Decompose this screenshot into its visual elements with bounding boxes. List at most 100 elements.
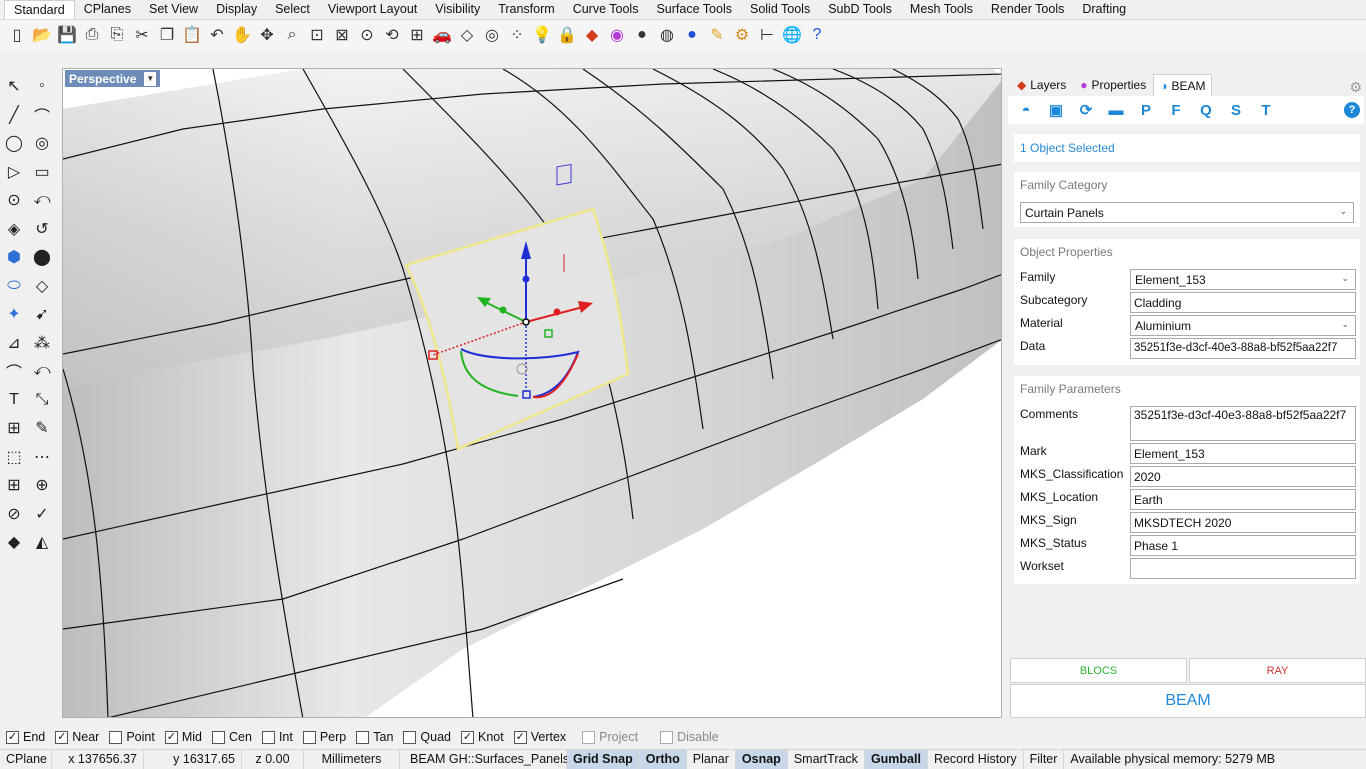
checkbox[interactable] bbox=[302, 730, 316, 744]
refresh-icon[interactable]: ⟳ bbox=[1074, 98, 1098, 122]
units-indicator[interactable]: Millimeters bbox=[304, 749, 400, 769]
triangle-icon[interactable]: ▷ bbox=[2, 160, 26, 184]
osnap-project[interactable]: Project bbox=[582, 730, 638, 744]
render-icon[interactable]: ◆ bbox=[2, 530, 26, 554]
help-icon[interactable]: ? bbox=[1344, 102, 1360, 118]
beam-p-button[interactable]: P bbox=[1134, 98, 1158, 122]
globe-icon[interactable]: 🌐 bbox=[781, 24, 803, 46]
beam-q-button[interactable]: Q bbox=[1194, 98, 1218, 122]
box-icon[interactable]: ⬢ bbox=[2, 245, 26, 269]
zoom-selected-icon[interactable]: ⊙ bbox=[356, 24, 378, 46]
checkbox[interactable] bbox=[582, 730, 596, 744]
globe-icon[interactable]: ◓ bbox=[1014, 98, 1038, 122]
paint-icon[interactable]: ◭ bbox=[30, 530, 54, 554]
sphere-blue-icon[interactable]: ● bbox=[681, 24, 703, 46]
record-history-toggle[interactable]: Record History bbox=[928, 749, 1024, 769]
curve-icon[interactable]: ⤺ bbox=[30, 188, 54, 212]
tab-set-view[interactable]: Set View bbox=[140, 0, 207, 19]
scale-icon[interactable]: ⤡ bbox=[30, 388, 54, 412]
cut-icon[interactable]: ✂ bbox=[131, 24, 153, 46]
explode-icon[interactable]: ✦ bbox=[2, 302, 26, 326]
lock-icon[interactable]: 🔒 bbox=[556, 24, 578, 46]
construction-plane-icon[interactable]: ◇ bbox=[456, 24, 478, 46]
family-category-select[interactable]: Curtain Panels ⌄ bbox=[1020, 202, 1354, 223]
layer-icon[interactable]: ◆ bbox=[581, 24, 603, 46]
ortho-toggle[interactable]: Ortho bbox=[639, 749, 687, 769]
osnap-disable[interactable]: Disable bbox=[660, 730, 719, 744]
surface-icon[interactable]: ◈ bbox=[2, 217, 26, 241]
osnap-quad[interactable]: Quad bbox=[403, 730, 451, 744]
new-file-icon[interactable]: ▯ bbox=[6, 24, 28, 46]
perspective-viewport[interactable]: Perspective ▼ bbox=[62, 68, 1002, 718]
move-icon[interactable]: ➹ bbox=[30, 302, 54, 326]
mark-field[interactable]: Element_153 bbox=[1130, 443, 1356, 464]
tab-display[interactable]: Display bbox=[207, 0, 266, 19]
tab-visibility[interactable]: Visibility bbox=[426, 0, 489, 19]
polyline-icon[interactable]: ⌒ bbox=[30, 103, 54, 127]
grid-icon[interactable]: ⊞ bbox=[2, 473, 26, 497]
snap-icon[interactable]: ⊕ bbox=[30, 473, 54, 497]
osnap-end[interactable]: ✓ End bbox=[6, 730, 45, 744]
family-select[interactable]: Element_153 ⌄ bbox=[1130, 269, 1356, 290]
help-icon[interactable]: ? bbox=[806, 24, 828, 46]
tab-mesh-tools[interactable]: Mesh Tools bbox=[901, 0, 982, 19]
trim-icon[interactable]: ⊿ bbox=[2, 331, 26, 355]
rotate-view-icon[interactable]: ✥ bbox=[256, 24, 278, 46]
undo-icon[interactable]: ↶ bbox=[206, 24, 228, 46]
tab-standard[interactable]: Standard bbox=[4, 0, 75, 19]
sphere-render-icon[interactable]: ◍ bbox=[656, 24, 678, 46]
status-field[interactable]: Phase 1 bbox=[1130, 535, 1356, 556]
car-icon[interactable]: 🚗 bbox=[431, 24, 453, 46]
paste-icon[interactable]: 📋 bbox=[181, 24, 203, 46]
cplane-indicator[interactable]: CPlane bbox=[0, 749, 52, 769]
beam-t-button[interactable]: T bbox=[1254, 98, 1278, 122]
viewport-title-tab[interactable]: Perspective ▼ bbox=[65, 70, 161, 87]
data-field[interactable]: 35251f3e-d3cf-40e3-88a8-bf52f5aa22f7 bbox=[1130, 338, 1356, 359]
planar-toggle[interactable]: Planar bbox=[687, 749, 736, 769]
cylinder-icon[interactable]: ⬭ bbox=[2, 274, 26, 298]
text-icon[interactable]: T bbox=[2, 388, 26, 412]
print-icon[interactable]: ⎙ bbox=[81, 24, 103, 46]
folder-icon[interactable]: ▬ bbox=[1104, 98, 1128, 122]
gear-icon[interactable]: ⚙ bbox=[1349, 79, 1362, 96]
line-icon[interactable]: ╱ bbox=[2, 103, 26, 127]
osnap-tan[interactable]: Tan bbox=[356, 730, 393, 744]
sphere-icon[interactable]: ⬤ bbox=[30, 245, 54, 269]
boolean-icon[interactable]: ⬚ bbox=[2, 445, 26, 469]
tab-viewport-layout[interactable]: Viewport Layout bbox=[319, 0, 426, 19]
offset-icon[interactable]: ⤺ bbox=[30, 359, 54, 383]
osnap-cen[interactable]: Cen bbox=[212, 730, 252, 744]
material-select[interactable]: Aluminium ⌄ bbox=[1130, 315, 1356, 336]
analyze-icon[interactable]: ⊘ bbox=[2, 502, 26, 526]
fillet-icon[interactable]: ⌒ bbox=[2, 359, 26, 383]
zoom-window-icon[interactable]: ⊡ bbox=[306, 24, 328, 46]
user-folder-icon[interactable]: ▣ bbox=[1044, 98, 1068, 122]
dimension-icon[interactable]: ⊢ bbox=[756, 24, 778, 46]
beam-f-button[interactable]: F bbox=[1164, 98, 1188, 122]
gear-icon[interactable]: ⚙ bbox=[731, 24, 753, 46]
array-icon[interactable]: ⁂ bbox=[30, 331, 54, 355]
tab-transform[interactable]: Transform bbox=[489, 0, 564, 19]
tab-solid-tools[interactable]: Solid Tools bbox=[741, 0, 819, 19]
tab-cplanes[interactable]: CPlanes bbox=[75, 0, 140, 19]
checkbox[interactable]: ✓ bbox=[164, 730, 178, 744]
rectangle-icon[interactable]: ▭ bbox=[30, 160, 54, 184]
tab-select[interactable]: Select bbox=[266, 0, 319, 19]
tab-beam[interactable]: ◑ BEAM bbox=[1153, 74, 1213, 96]
grid-snap-toggle[interactable]: Grid Snap bbox=[567, 749, 640, 769]
scene-canvas[interactable] bbox=[63, 69, 1002, 718]
smarttrack-toggle[interactable]: SmartTrack bbox=[788, 749, 865, 769]
tab-surface-tools[interactable]: Surface Tools bbox=[647, 0, 741, 19]
workset-field[interactable] bbox=[1130, 558, 1356, 579]
osnap-near[interactable]: ✓ Near bbox=[55, 730, 99, 744]
zoom-icon[interactable]: ⌕ bbox=[281, 24, 303, 46]
sign-field[interactable]: MKSDTECH 2020 bbox=[1130, 512, 1356, 533]
checkbox[interactable]: ✓ bbox=[55, 730, 69, 744]
color-wheel-icon[interactable]: ◉ bbox=[606, 24, 628, 46]
checkbox[interactable]: ✓ bbox=[461, 730, 474, 744]
rotate-icon[interactable]: ⟲ bbox=[381, 24, 403, 46]
tab-subd-tools[interactable]: SubD Tools bbox=[819, 0, 901, 19]
zoom-extents-icon[interactable]: ⊠ bbox=[331, 24, 353, 46]
osnap-toggle[interactable]: Osnap bbox=[735, 749, 788, 769]
pan-icon[interactable]: ✋ bbox=[231, 24, 253, 46]
